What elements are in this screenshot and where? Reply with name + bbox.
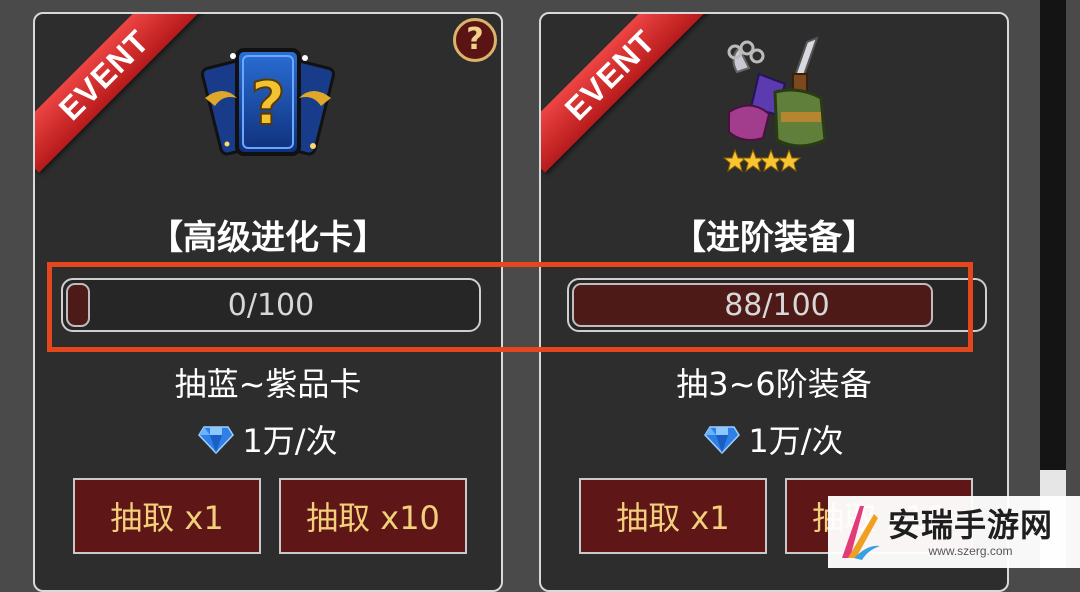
gacha-card-advanced-evolution: EVENT ? ? 【高级进化卡】 0/100 抽蓝~紫品卡 1万/次 抽取 x… — [33, 12, 503, 592]
watermark-name: 安瑞手游网 — [888, 506, 1054, 544]
card-title: 【高级进化卡】 — [149, 218, 387, 258]
progress-text: 88/100 — [724, 287, 830, 323]
cost-row: 1万/次 — [35, 416, 501, 462]
cost-text: 1万/次 — [242, 422, 338, 460]
site-watermark: 安瑞手游网 www.szerg.com — [828, 496, 1080, 568]
svg-text:?: ? — [251, 69, 286, 139]
cost-row: 1万/次 — [541, 416, 1007, 462]
event-ribbon: EVENT — [35, 14, 205, 184]
site-logo-icon — [842, 506, 880, 560]
event-ribbon: EVENT — [541, 14, 711, 184]
card-title: 【进阶装备】 — [672, 218, 876, 258]
mystery-card-icon: ? — [200, 48, 336, 156]
draw-x1-button[interactable]: 抽取 x1 — [73, 478, 261, 554]
watermark-url: www.szerg.com — [928, 544, 1013, 558]
diamond-icon — [704, 426, 741, 455]
diamond-icon — [198, 426, 235, 455]
equipment-set-icon — [722, 36, 827, 173]
draw-x1-button[interactable]: 抽取 x1 — [579, 478, 767, 554]
draw-x10-button[interactable]: 抽取 x10 — [279, 478, 467, 554]
card-description: 抽3~6阶装备 — [676, 365, 872, 403]
event-ribbon-label: EVENT — [51, 22, 156, 127]
event-ribbon-label: EVENT — [557, 22, 662, 127]
card-description: 抽蓝~紫品卡 — [174, 365, 362, 403]
progress-bar: 88/100 — [567, 278, 987, 332]
help-button[interactable]: ? — [453, 18, 497, 62]
progress-text: 0/100 — [227, 287, 315, 323]
cost-text: 1万/次 — [748, 422, 844, 460]
progress-bar: 0/100 — [61, 278, 481, 332]
